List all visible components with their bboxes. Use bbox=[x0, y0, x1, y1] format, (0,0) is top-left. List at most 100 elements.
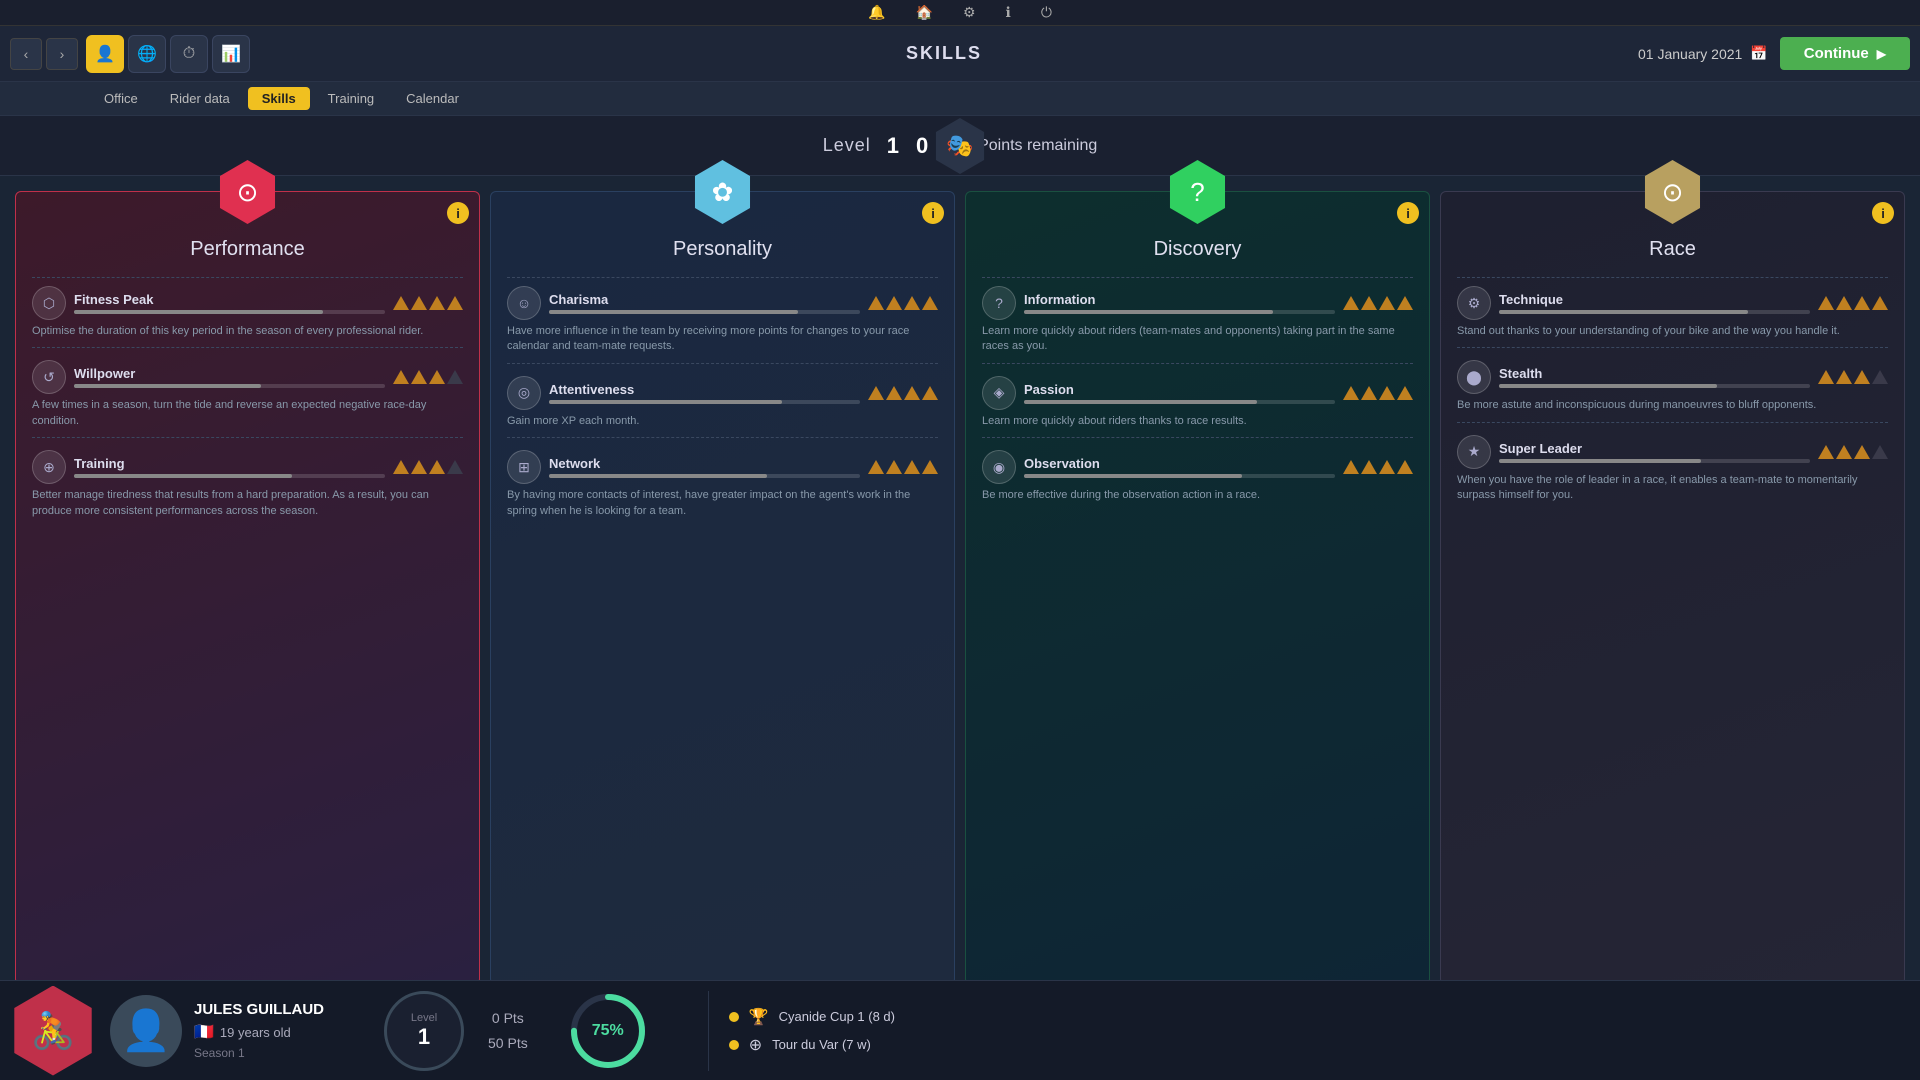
skill-icon-personality-1: ◎ bbox=[507, 376, 541, 410]
separator bbox=[708, 991, 709, 1071]
continue-button[interactable]: Continue bbox=[1780, 37, 1910, 70]
skill-icon-race-2: ★ bbox=[1457, 435, 1491, 469]
skill-bar-fill-discovery-2 bbox=[1024, 474, 1242, 478]
triangle-discovery-0-3 bbox=[1397, 296, 1413, 310]
tab-office[interactable]: Office bbox=[90, 87, 152, 110]
pts-box: 0 Pts 50 Pts bbox=[488, 1010, 528, 1051]
triangle-race-2-3 bbox=[1872, 445, 1888, 459]
skill-bar-fill-performance-2 bbox=[74, 474, 292, 478]
race-item-0: 🏆Cyanide Cup 1 (8 d) bbox=[729, 1007, 895, 1027]
skill-name-race-1: Stealth bbox=[1499, 366, 1810, 381]
triangle-discovery-1-3 bbox=[1397, 386, 1413, 400]
progress-circle: 75% bbox=[568, 991, 648, 1071]
triangle-discovery-1-2 bbox=[1379, 386, 1395, 400]
races-section: 🏆Cyanide Cup 1 (8 d) ⊕Tour du Var (7 w) bbox=[729, 1007, 895, 1055]
skill-icon-race-0: ⚙ bbox=[1457, 286, 1491, 320]
triangle-discovery-2-2 bbox=[1379, 460, 1395, 474]
triangle-discovery-0-0 bbox=[1343, 296, 1359, 310]
skill-desc-performance-1: A few times in a season, turn the tide a… bbox=[32, 398, 463, 429]
skill-bar-fill-race-0 bbox=[1499, 310, 1748, 314]
triangle-performance-1-3 bbox=[447, 370, 463, 384]
skill-desc-performance-0: Optimise the duration of this key period… bbox=[32, 324, 463, 339]
triangle-race-1-1 bbox=[1836, 370, 1852, 384]
clock-icon-button[interactable]: ⏱ bbox=[170, 35, 208, 73]
tab-calendar[interactable]: Calendar bbox=[392, 87, 473, 110]
triangle-race-0-1 bbox=[1836, 296, 1852, 310]
skill-desc-personality-0: Have more influence in the team by recei… bbox=[507, 324, 938, 355]
triangle-personality-0-1 bbox=[886, 296, 902, 310]
skill-name-bar-race-1: Stealth bbox=[1499, 366, 1810, 388]
skill-desc-race-0: Stand out thanks to your understanding o… bbox=[1457, 324, 1888, 339]
skill-icon-performance-1: ↺ bbox=[32, 360, 66, 394]
skill-item-race-2: ★Super LeaderWhen you have the role of l… bbox=[1457, 435, 1888, 506]
skill-bar-track-discovery-1 bbox=[1024, 400, 1335, 404]
skill-name-discovery-0: Information bbox=[1024, 292, 1335, 307]
tab-rider-data[interactable]: Rider data bbox=[156, 87, 244, 110]
skill-triangles-performance-0 bbox=[393, 296, 463, 310]
skill-triangles-discovery-2 bbox=[1343, 460, 1413, 474]
chart-icon-button[interactable]: 📊 bbox=[212, 35, 250, 73]
skill-bar-track-personality-0 bbox=[549, 310, 860, 314]
skill-row-discovery-2: ◉Observation bbox=[982, 450, 1413, 484]
info-icon[interactable]: ℹ bbox=[1006, 4, 1011, 21]
rider-age: 🇫🇷 19 years old bbox=[194, 1022, 324, 1042]
skill-item-discovery-1: ◈Passion Learn more quickly about riders … bbox=[982, 376, 1413, 446]
info-badge-performance[interactable]: i bbox=[447, 202, 469, 224]
skill-card-race: ⊙iRace⚙TechniqueStand out thanks to your… bbox=[1440, 191, 1905, 985]
skill-name-bar-performance-0: Fitness Peak bbox=[74, 292, 385, 314]
skill-bar-fill-performance-1 bbox=[74, 384, 261, 388]
skill-item-personality-0: ☺CharismaHave more influence in the team… bbox=[507, 286, 938, 372]
tab-skills[interactable]: Skills bbox=[248, 87, 310, 110]
level-value: 1 bbox=[887, 133, 900, 159]
skill-row-discovery-0: ?Information bbox=[982, 286, 1413, 320]
skill-name-personality-2: Network bbox=[549, 456, 860, 471]
bell-icon[interactable]: 🔔 bbox=[868, 4, 885, 21]
skill-row-race-0: ⚙ Technique bbox=[1457, 286, 1888, 320]
calendar-icon[interactable]: 📅 bbox=[1750, 45, 1767, 62]
triangle-discovery-0-1 bbox=[1361, 296, 1377, 310]
triangle-race-2-0 bbox=[1818, 445, 1834, 459]
skill-row-performance-1: ↺ Willpower bbox=[32, 360, 463, 394]
race-icon-1: ⊕ bbox=[749, 1035, 762, 1055]
skill-triangles-race-0 bbox=[1818, 296, 1888, 310]
skill-name-bar-performance-1: Willpower bbox=[74, 366, 385, 388]
bottom-bar: 🚴 👤 JULES GUILLAUD 🇫🇷 19 years old Seaso… bbox=[0, 980, 1920, 1080]
nav-back-button[interactable]: ‹ bbox=[10, 38, 42, 70]
triangle-personality-1-1 bbox=[886, 386, 902, 400]
skill-name-bar-personality-0: Charisma bbox=[549, 292, 860, 314]
skill-desc-discovery-0: Learn more quickly about riders (team-ma… bbox=[982, 324, 1413, 355]
bottom-level-value: 1 bbox=[418, 1024, 430, 1050]
skill-bar-track-performance-1 bbox=[74, 384, 385, 388]
triangle-personality-0-0 bbox=[868, 296, 884, 310]
skill-triangles-personality-2 bbox=[868, 460, 938, 474]
skill-item-personality-1: ◎AttentivenessGain more XP each month. bbox=[507, 376, 938, 446]
nav-forward-button[interactable]: › bbox=[46, 38, 78, 70]
skill-name-discovery-2: Observation bbox=[1024, 456, 1335, 471]
nav-icon-group: 👤 🌐 ⏱ 📊 bbox=[86, 35, 250, 73]
triangle-personality-0-3 bbox=[922, 296, 938, 310]
triangle-personality-2-2 bbox=[904, 460, 920, 474]
info-badge-discovery[interactable]: i bbox=[1397, 202, 1419, 224]
triangle-race-1-0 bbox=[1818, 370, 1834, 384]
info-badge-personality[interactable]: i bbox=[922, 202, 944, 224]
info-badge-race[interactable]: i bbox=[1872, 202, 1894, 224]
settings-icon[interactable]: ⚙ bbox=[963, 4, 976, 21]
skill-bar-track-discovery-0 bbox=[1024, 310, 1335, 314]
card-title-personality: Personality bbox=[673, 238, 772, 261]
skill-triangles-race-1 bbox=[1818, 370, 1888, 384]
triangle-discovery-2-1 bbox=[1361, 460, 1377, 474]
skill-bar-track-race-1 bbox=[1499, 384, 1810, 388]
home-icon[interactable]: 🏠 bbox=[916, 4, 933, 21]
globe-icon-button[interactable]: 🌐 bbox=[128, 35, 166, 73]
triangle-personality-2-0 bbox=[868, 460, 884, 474]
skill-row-personality-2: ⊞Network bbox=[507, 450, 938, 484]
rider-icon-button[interactable]: 👤 bbox=[86, 35, 124, 73]
power-icon[interactable]: ⏻ bbox=[1041, 4, 1052, 21]
tab-training[interactable]: Training bbox=[314, 87, 388, 110]
skill-name-bar-race-0: Technique bbox=[1499, 292, 1810, 314]
skill-name-personality-0: Charisma bbox=[549, 292, 860, 307]
race-item-1: ⊕Tour du Var (7 w) bbox=[729, 1035, 895, 1055]
skill-row-discovery-1: ◈Passion bbox=[982, 376, 1413, 410]
skill-desc-discovery-1: Learn more quickly about riders thanks t… bbox=[982, 414, 1413, 429]
skill-item-race-1: ⬤StealthBe more astute and inconspicuous… bbox=[1457, 360, 1888, 430]
